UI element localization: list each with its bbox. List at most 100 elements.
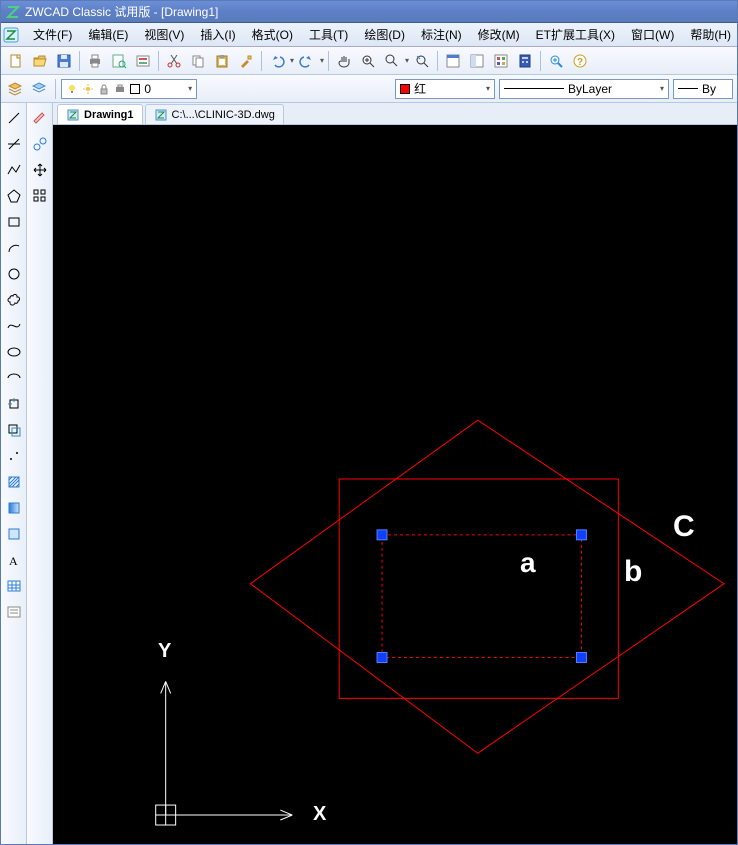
point-tool[interactable]	[3, 445, 25, 467]
copy-button[interactable]	[187, 50, 209, 72]
layer-manager-button[interactable]	[5, 78, 25, 100]
table-tool[interactable]	[3, 575, 25, 597]
spline-tool[interactable]	[3, 315, 25, 337]
sun-icon	[82, 83, 94, 95]
window-title: ZWCAD Classic 试用版 - [Drawing1]	[25, 3, 218, 20]
drawing-canvas[interactable]: X Y a b C	[53, 125, 737, 844]
titlebar: ZWCAD Classic 试用版 - [Drawing1]	[1, 1, 737, 23]
insert-block-tool[interactable]	[3, 393, 25, 415]
color-label: 红	[414, 80, 426, 97]
ellipse-arc-tool[interactable]	[3, 367, 25, 389]
paste-button[interactable]	[211, 50, 233, 72]
copy-tool[interactable]	[29, 133, 51, 155]
standard-toolbar: ▾ ▾ ▾ ?	[1, 47, 737, 75]
lineweight-preview	[678, 88, 698, 89]
toolbar-separator	[158, 51, 159, 71]
calculator-button[interactable]	[514, 50, 536, 72]
arc-tool[interactable]	[3, 237, 25, 259]
polygon-tool[interactable]	[3, 185, 25, 207]
plot-icon	[114, 83, 126, 95]
menu-format[interactable]: 格式(O)	[244, 24, 301, 45]
print-button[interactable]	[84, 50, 106, 72]
document-tabs: Drawing1 C:\...\CLINIC-3D.dwg	[53, 103, 737, 125]
menu-edit[interactable]: 编辑(E)	[80, 24, 136, 45]
rectangle-tool[interactable]	[3, 211, 25, 233]
linetype-label: ByLayer	[568, 82, 612, 96]
ucs-x-label: X	[313, 803, 326, 826]
match-prop-button[interactable]	[235, 50, 257, 72]
menu-logo-icon	[3, 26, 19, 44]
menu-tools[interactable]: 工具(T)	[301, 24, 356, 45]
menu-ext[interactable]: ET扩展工具(X)	[528, 24, 623, 45]
menu-file[interactable]: 文件(F)	[25, 24, 80, 45]
text-tool[interactable]: A	[3, 549, 25, 571]
help-button[interactable]: ?	[569, 50, 591, 72]
menu-insert[interactable]: 插入(I)	[192, 24, 243, 45]
zoom-dropdown[interactable]: ▾	[405, 56, 409, 65]
draw-toolbar: A	[1, 103, 27, 844]
lineweight-label: By	[702, 82, 716, 96]
new-button[interactable]	[5, 50, 27, 72]
toolbar-separator	[261, 51, 262, 71]
document-tab[interactable]: C:\...\CLINIC-3D.dwg	[145, 104, 284, 124]
toolbar-separator	[540, 51, 541, 71]
document-tab-label: C:\...\CLINIC-3D.dwg	[172, 109, 275, 121]
menu-window[interactable]: 窗口(W)	[623, 24, 682, 45]
menu-draw[interactable]: 绘图(D)	[356, 24, 413, 45]
document-tab-active[interactable]: Drawing1	[57, 104, 143, 124]
gradient-tool[interactable]	[3, 497, 25, 519]
dwg-icon	[66, 108, 80, 122]
move-tool[interactable]	[29, 159, 51, 181]
linetype-dropdown[interactable]: ByLayer ▾	[499, 79, 669, 99]
zoom-realtime-button[interactable]	[357, 50, 379, 72]
svg-text:?: ?	[577, 57, 583, 68]
array-tool[interactable]	[29, 185, 51, 207]
zoom-previous-button[interactable]	[411, 50, 433, 72]
menu-modify[interactable]: 修改(M)	[470, 24, 528, 45]
circle-tool[interactable]	[3, 263, 25, 285]
design-center-button[interactable]	[466, 50, 488, 72]
menu-dim[interactable]: 标注(N)	[413, 24, 470, 45]
linetype-preview	[504, 88, 564, 89]
zoom-extents-button[interactable]	[545, 50, 567, 72]
erase-tool[interactable]	[29, 107, 51, 129]
region-tool[interactable]	[3, 523, 25, 545]
document-tab-label: Drawing1	[84, 109, 134, 121]
revcloud-tool[interactable]	[3, 289, 25, 311]
menu-view[interactable]: 视图(V)	[136, 24, 192, 45]
make-block-tool[interactable]	[3, 419, 25, 441]
cut-button[interactable]	[163, 50, 185, 72]
print-preview-button[interactable]	[108, 50, 130, 72]
layer-dropdown[interactable]: 0 ▾	[61, 79, 197, 99]
polyline-tool[interactable]	[3, 159, 25, 181]
lightbulb-icon	[66, 83, 78, 95]
mtext-tool[interactable]	[3, 601, 25, 623]
publish-button[interactable]	[132, 50, 154, 72]
chevron-down-icon: ▾	[486, 84, 490, 93]
redo-dropdown[interactable]: ▾	[320, 56, 324, 65]
toolbar-separator	[437, 51, 438, 71]
save-button[interactable]	[53, 50, 75, 72]
color-dropdown[interactable]: 红 ▾	[395, 79, 495, 99]
redo-button[interactable]	[296, 50, 318, 72]
annotation-c: C	[673, 510, 695, 544]
pan-button[interactable]	[333, 50, 355, 72]
open-button[interactable]	[29, 50, 51, 72]
undo-dropdown[interactable]: ▾	[290, 56, 294, 65]
tool-palette-button[interactable]	[490, 50, 512, 72]
menubar: 文件(F) 编辑(E) 视图(V) 插入(I) 格式(O) 工具(T) 绘图(D…	[1, 23, 737, 47]
construction-line-tool[interactable]	[3, 133, 25, 155]
layer-name: 0	[144, 82, 151, 96]
ellipse-tool[interactable]	[3, 341, 25, 363]
properties-button[interactable]	[442, 50, 464, 72]
app-icon	[5, 4, 21, 20]
undo-button[interactable]	[266, 50, 288, 72]
layer-states-button[interactable]	[29, 78, 49, 100]
hatch-tool[interactable]	[3, 471, 25, 493]
lineweight-dropdown[interactable]: By	[673, 79, 733, 99]
line-tool[interactable]	[3, 107, 25, 129]
annotation-a: a	[520, 547, 536, 579]
menu-help[interactable]: 帮助(H)	[682, 24, 738, 45]
dwg-icon	[154, 108, 168, 122]
zoom-window-button[interactable]	[381, 50, 403, 72]
